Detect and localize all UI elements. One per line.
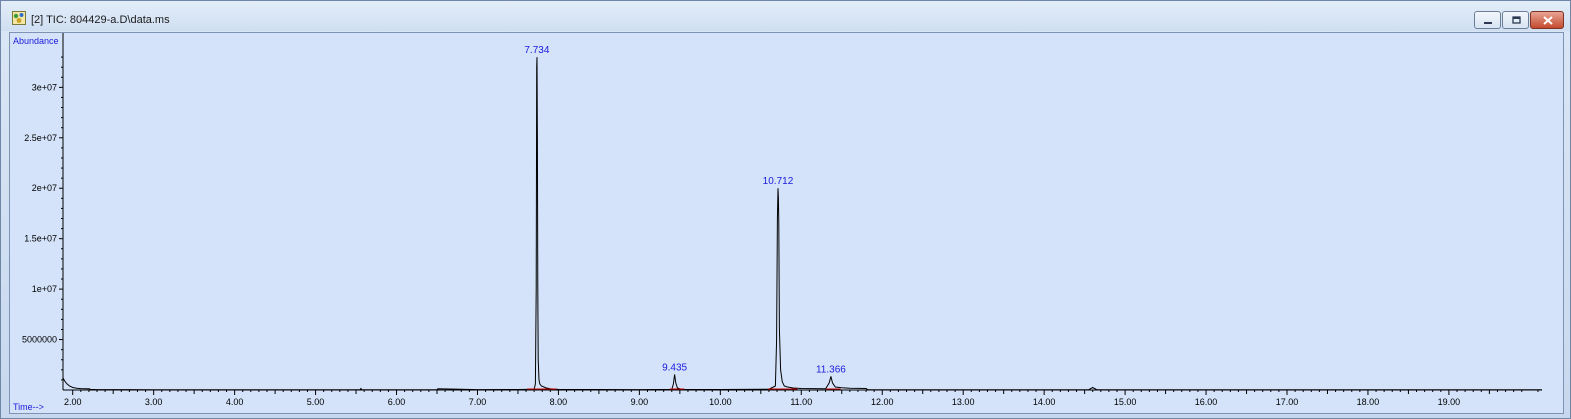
window-title: [2] TIC: 804429-a.D\data.ms <box>31 14 170 26</box>
plot-area[interactable]: Abundance Time--> 5000000 1e+07 1.5e+07 2e+… <box>9 32 1564 414</box>
x-tick-label: 10.00 <box>709 397 732 407</box>
restore-button[interactable] <box>1502 11 1529 29</box>
x-axis-label: Time--> <box>13 402 44 412</box>
chromatogram-app-icon <box>12 11 26 25</box>
peak-label: 10.712 <box>763 176 794 187</box>
y-tick-label: 3e+07 <box>32 82 57 92</box>
x-tick-label: 19.00 <box>1438 397 1461 407</box>
close-button[interactable] <box>1530 11 1564 29</box>
y-tick-label: 2.5e+07 <box>24 133 57 143</box>
chromatogram-window: [2] TIC: 804429-a.D\data.ms Abundance Ti… <box>0 0 1571 419</box>
x-tick-label: 3.00 <box>145 397 163 407</box>
peak-label: 11.366 <box>816 364 846 375</box>
x-tick-label: 17.00 <box>1276 397 1299 407</box>
x-tick-label: 4.00 <box>226 397 244 407</box>
y-tick-label: 1.5e+07 <box>24 234 57 244</box>
x-tick-label: 15.00 <box>1114 397 1137 407</box>
title-bar[interactable]: [2] TIC: 804429-a.D\data.ms <box>1 1 1570 31</box>
chromatogram-chart[interactable]: Abundance Time--> 5000000 1e+07 1.5e+07 2e+… <box>10 33 1563 413</box>
x-tick-label: 7.00 <box>469 397 487 407</box>
axes-group: 5000000 1e+07 1.5e+07 2e+07 2.5e+07 3e+07 2.00… <box>22 33 1542 407</box>
y-axis-label: Abundance <box>13 36 59 46</box>
peak-labels-group: 7.734 9.435 10.712 11.366 <box>524 45 846 375</box>
x-tick-label: 14.00 <box>1033 397 1056 407</box>
x-tick-label: 2.00 <box>64 397 82 407</box>
x-tick-label: 5.00 <box>307 397 325 407</box>
close-icon <box>1543 16 1553 25</box>
x-tick-label: 18.00 <box>1357 397 1380 407</box>
minimize-button[interactable] <box>1474 11 1501 29</box>
x-tick-label: 13.00 <box>952 397 975 407</box>
x-tick-label: 6.00 <box>388 397 406 407</box>
peak-label: 9.435 <box>662 362 687 373</box>
minimize-icon <box>1484 22 1492 24</box>
peak-label: 7.734 <box>524 45 549 56</box>
tic-trace-line <box>62 57 1542 391</box>
x-tick-label: 11.00 <box>790 397 812 407</box>
y-tick-label: 2e+07 <box>32 183 57 193</box>
x-tick-label: 9.00 <box>631 397 649 407</box>
trace-group <box>62 57 1542 391</box>
y-tick-label: 1e+07 <box>32 284 57 294</box>
restore-icon <box>1512 16 1521 24</box>
y-tick-label: 5000000 <box>22 335 57 345</box>
x-tick-label: 8.00 <box>550 397 568 407</box>
x-tick-label: 12.00 <box>871 397 894 407</box>
x-tick-label: 16.00 <box>1195 397 1218 407</box>
